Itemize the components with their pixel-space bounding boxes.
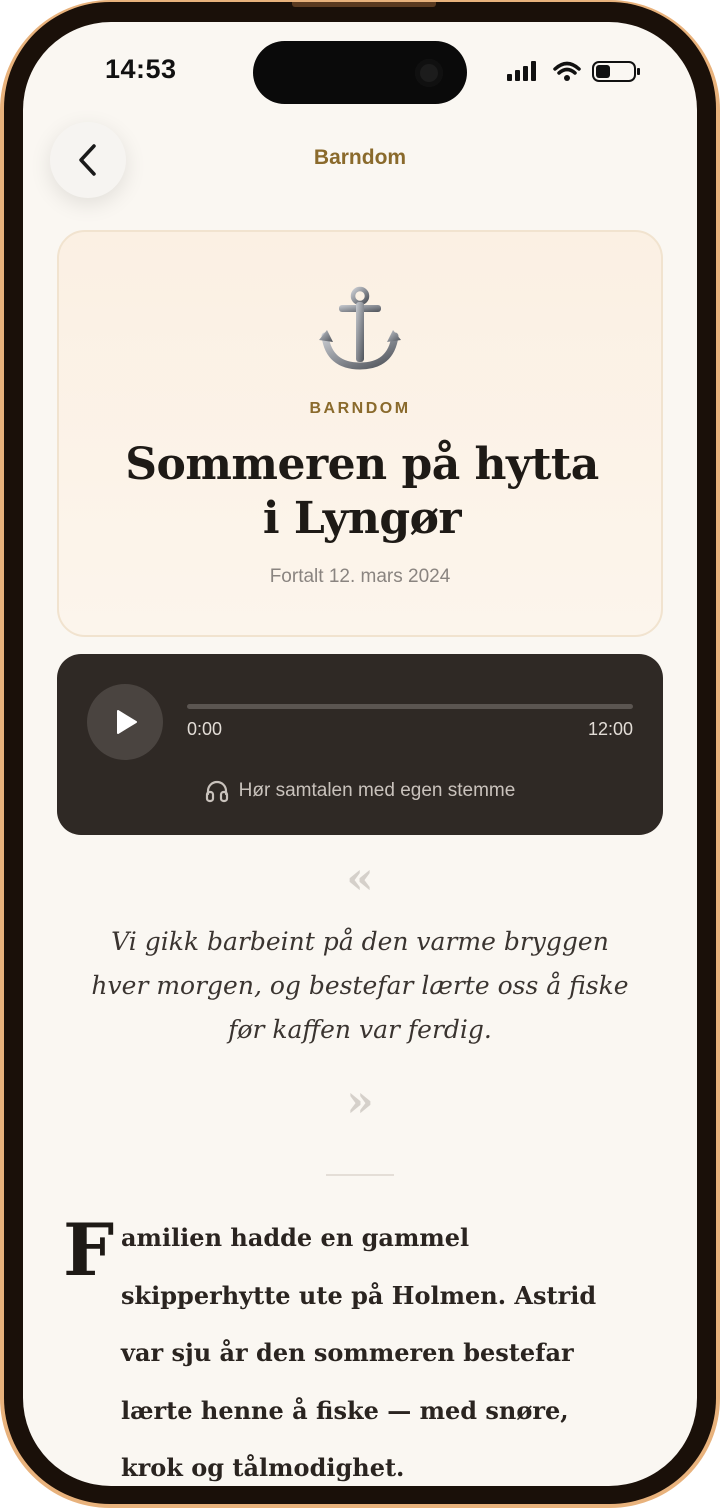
status-icons bbox=[505, 58, 645, 86]
story-body-line: var sju år den sommeren bestefar bbox=[121, 1338, 574, 1367]
quote-close-mark: » bbox=[346, 1076, 374, 1127]
story-category: BARNDOM bbox=[309, 400, 411, 417]
story-body: amilien hadde en gammel skipperhytte ute… bbox=[121, 1209, 671, 1486]
audio-current-time: 0:00 bbox=[187, 719, 223, 739]
story-body-line: amilien hadde en gammel bbox=[121, 1223, 470, 1252]
story-title-line-2: i Lyngør bbox=[262, 493, 462, 544]
pull-quote-line-1: Vi gikk barbeint på den varme bryggen bbox=[111, 927, 609, 956]
story-body-line: skipperhytte ute på Holmen. Astrid bbox=[121, 1280, 597, 1310]
pull-quote-line-2: hver morgen, og bestefar lærte oss å fis… bbox=[91, 971, 629, 1000]
section-divider bbox=[326, 1174, 394, 1176]
wifi-icon bbox=[553, 61, 581, 81]
story-date: Fortalt 12. mars 2024 bbox=[269, 566, 451, 587]
story-title: Sommeren på hytta i Lyngør bbox=[79, 438, 645, 546]
dynamic-island bbox=[253, 41, 467, 104]
story-hero-card: BARNDOM Sommeren på hytta i Lyngør Forta… bbox=[57, 230, 663, 637]
frame-top-edge bbox=[292, 2, 436, 7]
story-title-line-1: Sommeren på hytta bbox=[125, 439, 599, 490]
status-time: 14:53 bbox=[105, 54, 177, 84]
pull-quote-line-3: før kaffen var ferdig. bbox=[228, 1015, 492, 1044]
listen-own-voice-button[interactable]: Hør samtalen med egen stemme bbox=[57, 779, 663, 803]
anchor-icon bbox=[319, 286, 401, 370]
play-button[interactable] bbox=[87, 684, 163, 760]
drop-cap: F bbox=[63, 1207, 115, 1292]
page-title: Barndom bbox=[313, 146, 407, 169]
story-body-line: lærte henne å fiske — med snøre, bbox=[121, 1395, 569, 1425]
audio-total-time: 12:00 bbox=[587, 719, 633, 739]
headphones-icon bbox=[205, 780, 228, 803]
battery-icon bbox=[592, 61, 640, 82]
signal-icon bbox=[507, 61, 640, 82]
play-icon bbox=[117, 710, 137, 734]
audio-player: 0:00 12:00 Hør samtalen med egen stemme bbox=[57, 654, 663, 835]
camera-icon bbox=[415, 59, 443, 87]
story-body-line: krok og tålmodighet. bbox=[121, 1453, 405, 1482]
pull-quote: Vi gikk barbeint på den varme bryggen hv… bbox=[73, 920, 647, 1052]
listen-label: Hør samtalen med egen stemme bbox=[238, 780, 516, 801]
quote-open-mark: « bbox=[346, 853, 374, 904]
audio-progress-bar[interactable] bbox=[187, 704, 633, 709]
app-screen: 14:53 Barndom BARNDOM Sommeren på hytta … bbox=[23, 22, 697, 1486]
